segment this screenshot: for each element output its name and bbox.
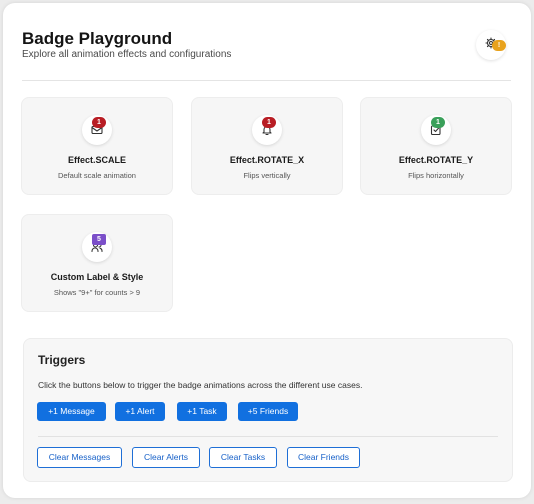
card-description: Flips vertically — [243, 171, 291, 180]
settings-button[interactable]: ! — [476, 30, 506, 60]
card-title: Effect.ROTATE_X — [229, 155, 305, 165]
add-friends-button[interactable]: +5 Friends — [238, 402, 298, 421]
clear-messages-button[interactable]: Clear Messages — [37, 447, 122, 468]
card-effect-scale[interactable]: 1 Effect.SCALE Default scale animation — [21, 97, 173, 195]
card-effect-rotate-x[interactable]: 1 Effect.ROTATE_X Flips vertically — [191, 97, 343, 195]
count-badge: 1 — [262, 117, 276, 128]
count-badge: 1 — [92, 117, 106, 128]
clear-friends-button[interactable]: Clear Friends — [287, 447, 360, 468]
page-subtitle: Explore all animation effects and config… — [22, 49, 232, 60]
clear-tasks-button[interactable]: Clear Tasks — [209, 447, 277, 468]
playground-panel: Badge Playground Explore all animation e… — [3, 3, 531, 498]
clear-alerts-button[interactable]: Clear Alerts — [132, 447, 200, 468]
card-description: Default scale animation — [58, 171, 136, 180]
card-description: Shows "9+" for counts > 9 — [53, 288, 141, 297]
triggers-section: Triggers Click the buttons below to trig… — [23, 338, 513, 482]
triggers-description: Click the buttons below to trigger the b… — [38, 380, 363, 390]
card-title: Effect.ROTATE_Y — [398, 155, 474, 165]
card-title: Effect.SCALE — [67, 155, 126, 165]
card-description: Flips horizontally — [408, 171, 464, 180]
triggers-title: Triggers — [38, 353, 86, 367]
count-badge: 5 — [92, 234, 106, 245]
card-effect-rotate-y[interactable]: 1 Effect.ROTATE_Y Flips horizontally — [360, 97, 512, 195]
card-title: Custom Label & Style — [50, 272, 144, 282]
add-alert-button[interactable]: +1 Alert — [115, 402, 165, 421]
triggers-divider — [38, 436, 498, 437]
count-badge: 1 — [431, 117, 445, 128]
header-divider — [22, 80, 511, 81]
card-custom-label-style[interactable]: 5 Custom Label & Style Shows "9+" for co… — [21, 214, 173, 312]
page-title: Badge Playground — [22, 29, 173, 48]
add-task-button[interactable]: +1 Task — [177, 402, 227, 421]
add-message-button[interactable]: +1 Message — [37, 402, 106, 421]
settings-badge: ! — [492, 40, 506, 51]
